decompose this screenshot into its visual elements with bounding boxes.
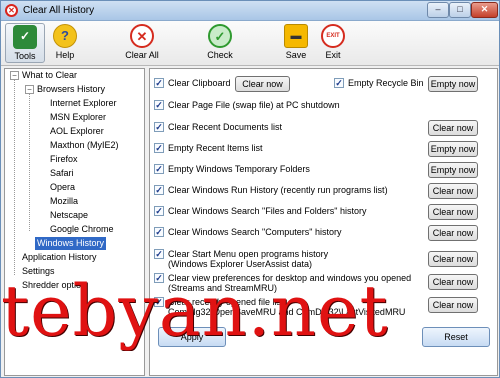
tree-item-aol-explorer[interactable]: AOL Explorer <box>50 125 104 138</box>
tree-item-browsers-history[interactable]: Browsers History <box>37 83 105 96</box>
check-icon: ✓ <box>208 24 232 48</box>
empty-temp-folders-button[interactable]: Empty now <box>428 162 478 178</box>
collapse-icon[interactable]: − <box>10 71 19 80</box>
tree-item-internet-explorer[interactable]: Internet Explorer <box>50 97 117 110</box>
clear-run-history-button[interactable]: Clear now <box>428 183 478 199</box>
check-button[interactable]: ✓ Check <box>204 23 236 63</box>
clear-clipboard-checkbox[interactable]: ✓ <box>154 78 164 88</box>
tools-button[interactable]: ✓ Tools <box>5 23 45 63</box>
tools-label: Tools <box>14 51 36 61</box>
clear-view-preferences-checkbox[interactable]: ✓ <box>154 273 164 283</box>
clear-all-icon: ✕ <box>130 24 154 48</box>
toolbar: ✓ Tools ? Help ✕ Clear All ✓ Check ▬ Sav… <box>1 21 499 66</box>
windows-history-panel: ✓ Clear Clipboard Clear now ✓ Empty Recy… <box>149 68 498 376</box>
tree-item-what-to-clear[interactable]: What to Clear <box>22 69 77 82</box>
tree-item-msn-explorer[interactable]: MSN Explorer <box>50 111 106 124</box>
tree-item-settings[interactable]: Settings <box>22 265 55 278</box>
empty-recent-items-button[interactable]: Empty now <box>428 141 478 157</box>
clear-recent-documents-checkbox[interactable]: ✓ <box>154 122 164 132</box>
option-sublabel: (Streams and StreamMRU) <box>168 283 278 293</box>
clear-view-preferences-button[interactable]: Clear now <box>428 274 478 290</box>
option-sublabel: (Windows Explorer UserAssist data) <box>168 259 313 269</box>
clear-start-menu-button[interactable]: Clear now <box>428 251 478 267</box>
title-bar[interactable]: ✕ Clear All History – □ ✕ <box>1 1 499 21</box>
clear-page-file-checkbox[interactable]: ✓ <box>154 100 164 110</box>
tree-item-firefox[interactable]: Firefox <box>50 153 78 166</box>
tree-item-netscape[interactable]: Netscape <box>50 209 88 222</box>
save-button[interactable]: ▬ Save <box>283 23 309 63</box>
apply-button[interactable]: Apply <box>158 327 226 347</box>
tree-connector <box>14 79 15 275</box>
clear-search-computers-checkbox[interactable]: ✓ <box>154 227 164 237</box>
tree-item-mozilla[interactable]: Mozilla <box>50 195 78 208</box>
clear-all-button[interactable]: ✕ Clear All <box>120 23 164 63</box>
tree-item-safari[interactable]: Safari <box>50 167 74 180</box>
empty-temp-folders-checkbox[interactable]: ✓ <box>154 164 164 174</box>
save-icon: ▬ <box>284 24 308 48</box>
option-label: Empty Recycle Bin <box>348 78 424 88</box>
clear-recent-files-checkbox[interactable]: ✓ <box>154 297 164 307</box>
exit-button[interactable]: EXIT Exit <box>319 23 347 63</box>
app-icon: ✕ <box>5 4 18 17</box>
option-label: Clear Clipboard <box>168 78 231 88</box>
close-button[interactable]: ✕ <box>471 2 498 18</box>
clear-recent-documents-button[interactable]: Clear now <box>428 120 478 136</box>
window-title: Clear All History <box>23 5 95 16</box>
option-label: Clear Page File (swap file) at PC shutdo… <box>168 100 340 110</box>
tree-item-windows-history[interactable]: Windows History <box>35 237 107 250</box>
clear-recent-files-button[interactable]: Clear now <box>428 297 478 313</box>
option-label: Clear Windows Run History (recently run … <box>168 185 388 195</box>
clear-search-files-checkbox[interactable]: ✓ <box>154 206 164 216</box>
help-icon: ? <box>53 24 77 48</box>
option-label: Empty Windows Temporary Folders <box>168 164 310 174</box>
tree-item-google-chrome[interactable]: Google Chrome <box>50 223 114 236</box>
collapse-icon[interactable]: − <box>25 85 34 94</box>
tree-item-shredder-option[interactable]: Shredder option <box>22 279 86 292</box>
help-button[interactable]: ? Help <box>50 23 80 63</box>
check-label: Check <box>207 50 233 60</box>
maximize-button[interactable]: □ <box>449 2 471 18</box>
clear-search-files-button[interactable]: Clear now <box>428 204 478 220</box>
app-window: ✕ Clear All History – □ ✕ ✓ Tools ? Help… <box>0 0 500 378</box>
empty-recycle-bin-button[interactable]: Empty now <box>428 76 478 92</box>
option-label: Clear Windows Search "Files and Folders"… <box>168 206 367 216</box>
clear-start-menu-checkbox[interactable]: ✓ <box>154 249 164 259</box>
tree-item-opera[interactable]: Opera <box>50 181 75 194</box>
empty-recent-items-checkbox[interactable]: ✓ <box>154 143 164 153</box>
clear-all-label: Clear All <box>125 50 159 60</box>
exit-icon: EXIT <box>321 24 345 48</box>
empty-recycle-bin-checkbox[interactable]: ✓ <box>334 78 344 88</box>
option-label: Clear Recent Documents list <box>168 122 283 132</box>
reset-button[interactable]: Reset <box>422 327 490 347</box>
tools-icon: ✓ <box>13 25 37 49</box>
save-label: Save <box>285 50 307 60</box>
tree-item-maxthon[interactable]: Maxthon (MyIE2) <box>50 139 119 152</box>
tree-connector <box>29 93 30 231</box>
navigation-tree: − What to Clear − Browsers History Inter… <box>4 68 145 376</box>
help-label: Help <box>55 50 75 60</box>
minimize-button[interactable]: – <box>427 2 449 18</box>
exit-label: Exit <box>325 50 341 60</box>
tree-item-application-history[interactable]: Application History <box>22 251 97 264</box>
option-label: Clear Windows Search "Computers" history <box>168 227 342 237</box>
clear-search-computers-button[interactable]: Clear now <box>428 225 478 241</box>
option-sublabel: ComDlg32\OpenSaveMRU and ComDlg32\LastVi… <box>168 307 406 317</box>
clear-run-history-checkbox[interactable]: ✓ <box>154 185 164 195</box>
option-label: Empty Recent Items list <box>168 143 263 153</box>
clear-clipboard-button[interactable]: Clear now <box>235 76 290 92</box>
